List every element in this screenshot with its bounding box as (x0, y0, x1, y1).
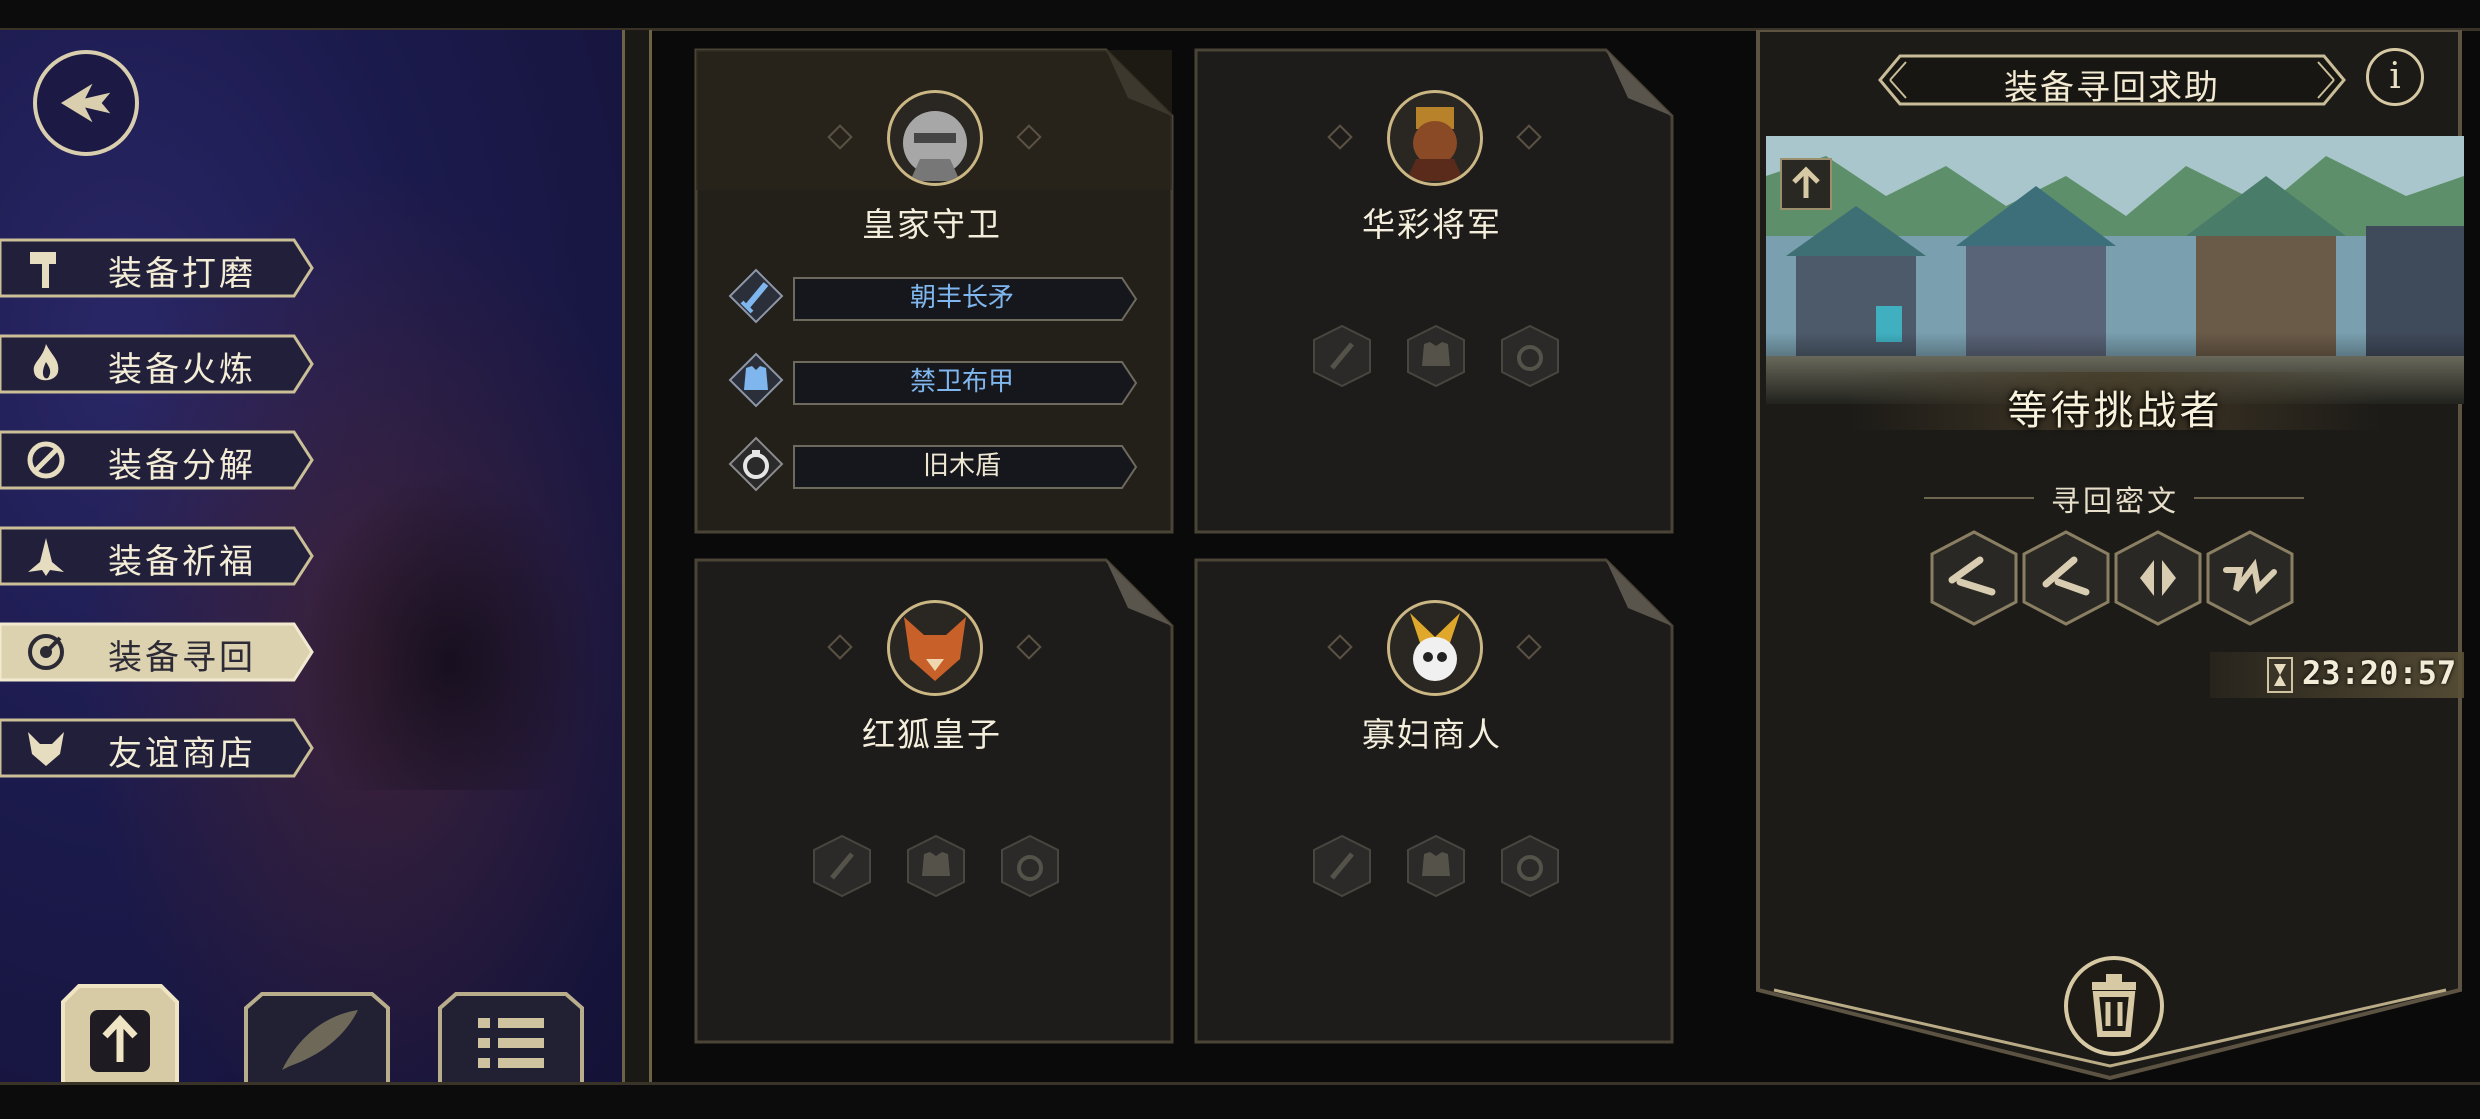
retrieve-icon (28, 634, 64, 670)
hammer-icon (30, 252, 56, 288)
menu-item-label: 装备打磨 (108, 254, 256, 294)
panel-title-bar: 装备寻回求助 (1876, 52, 2348, 108)
top-frame (0, 0, 2480, 31)
hourglass-icon (2267, 657, 2293, 693)
status-text: 等待挑战者 (2007, 388, 2223, 434)
hero-card-royal-guard[interactable]: 皇家守卫 朝丰长矛 禁卫布甲 旧木盾 (688, 46, 1176, 536)
empty-weapon-slot-icon[interactable] (1312, 834, 1372, 898)
back-button[interactable] (33, 50, 139, 156)
hero-name: 皇家守卫 (862, 205, 1002, 244)
red-fox-avatar (887, 600, 983, 696)
hero-name: 红狐皇子 (862, 715, 1002, 754)
armored-knight-avatar (887, 90, 983, 186)
armor-icon (728, 352, 784, 408)
equipment-name: 朝丰长矛 (909, 283, 1014, 313)
blessing-icon (28, 538, 64, 576)
menu-item-label: 装备祈福 (108, 542, 256, 582)
fox-icon (28, 732, 64, 766)
bottom-frame (0, 1082, 2480, 1119)
hero-card-red-fox[interactable]: 红狐皇子 (688, 556, 1176, 1046)
ring-icon (728, 436, 784, 492)
empty-ring-slot-icon[interactable] (1000, 834, 1060, 898)
upload-icon (61, 984, 179, 1092)
hero-card-widow-merchant[interactable]: 寡妇商人 (1188, 556, 1676, 1046)
hero-card-general[interactable]: 华彩将军 (1188, 46, 1676, 536)
panel-title: 装备寻回求助 (2004, 68, 2220, 108)
upload-button[interactable] (45, 982, 195, 1092)
timer-value: 23:20:57 (2302, 654, 2457, 692)
empty-armor-slot-icon[interactable] (906, 834, 966, 898)
empty-ring-slot-icon[interactable] (1500, 324, 1560, 388)
menu-item-disassemble[interactable]: 装备分解 (0, 428, 315, 492)
town-scene-image (1766, 136, 2464, 404)
menu-item-label: 装备分解 (108, 446, 256, 486)
equipment-name: 旧木盾 (922, 451, 1001, 481)
panel-divider (622, 30, 652, 1082)
menu-item-forge[interactable]: 装备火炼 (0, 332, 315, 396)
menu-item-label: 装备寻回 (108, 638, 256, 678)
trash-icon (2092, 974, 2136, 1037)
sword-icon (728, 268, 784, 324)
menu-item-label: 装备火炼 (108, 350, 256, 390)
equipment-slot-armor[interactable]: 禁卫布甲 (728, 352, 1138, 412)
quill-icon (244, 992, 390, 1090)
delete-button[interactable] (2064, 956, 2164, 1056)
list-icon (438, 992, 584, 1090)
menu-item-label: 友谊商店 (108, 734, 256, 774)
rune-3-icon[interactable] (2114, 530, 2202, 626)
rune-2-icon[interactable] (2022, 530, 2110, 626)
flame-icon (33, 344, 59, 381)
menu-item-polish[interactable]: 装备打磨 (0, 236, 315, 300)
menu-item-retrieve[interactable]: 装备寻回 (0, 620, 315, 684)
equipment-name: 禁卫布甲 (909, 367, 1014, 397)
shatter-icon (27, 441, 65, 479)
empty-weapon-slot-icon[interactable] (1312, 324, 1372, 388)
general-avatar (1387, 90, 1483, 186)
empty-armor-slot-icon[interactable] (1406, 834, 1466, 898)
merchant-avatar (1387, 600, 1483, 696)
info-button[interactable]: i (2366, 48, 2424, 106)
scene-upload-button[interactable] (1780, 158, 1832, 210)
menu-item-friend-shop[interactable]: 友谊商店 (0, 716, 315, 780)
empty-weapon-slot-icon[interactable] (812, 834, 872, 898)
hero-name: 寡妇商人 (1362, 715, 1502, 754)
arrow-up-icon (1792, 166, 1820, 198)
rune-1-icon[interactable] (1930, 530, 2018, 626)
countdown-timer: 23:20:57 (2210, 652, 2464, 698)
rune-4-icon[interactable] (2206, 530, 2294, 626)
empty-ring-slot-icon[interactable] (1500, 834, 1560, 898)
background-silhouette (300, 470, 600, 790)
cipher-title: 寻回密文 (2050, 484, 2179, 518)
empty-armor-slot-icon[interactable] (1406, 324, 1466, 388)
back-arrow-icon (57, 78, 116, 128)
equipment-slot-weapon[interactable]: 朝丰长矛 (728, 268, 1138, 328)
equipment-slot-accessory[interactable]: 旧木盾 (728, 436, 1138, 496)
menu-item-bless[interactable]: 装备祈福 (0, 524, 315, 588)
hero-name: 华彩将军 (1362, 205, 1502, 244)
